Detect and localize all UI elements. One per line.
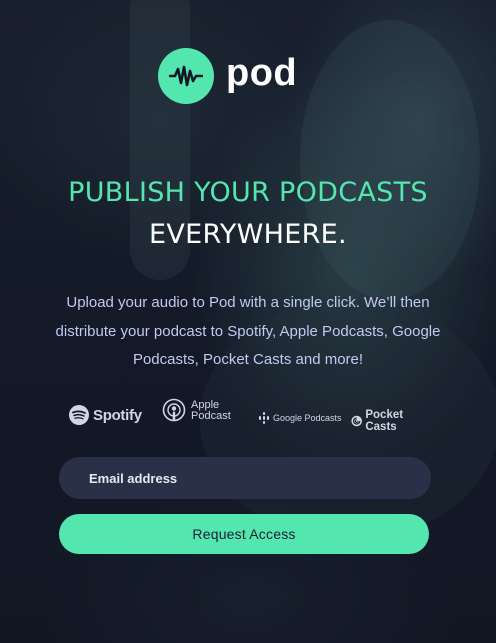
logo: pod xyxy=(158,48,297,104)
pocket-casts-icon xyxy=(351,415,362,427)
apple-podcast-logo: Apple Podcast xyxy=(162,398,231,424)
google-podcasts-label: Google Podcasts xyxy=(273,413,342,423)
request-access-button[interactable]: Request Access xyxy=(59,514,429,554)
google-podcasts-icon xyxy=(259,412,269,424)
spotify-label: Spotify xyxy=(93,406,142,424)
headline-line-1: PUBLISH YOUR PODCASTS xyxy=(68,177,428,208)
email-field[interactable] xyxy=(59,457,431,499)
sound-wave-icon xyxy=(158,48,214,104)
hero-headline: PUBLISH YOUR PODCASTS EVERYWHERE. xyxy=(0,172,496,256)
pocket-casts-logo: Pocket Casts xyxy=(351,409,424,433)
partner-logos: Spotify Apple Podcast Google Podcasts Po… xyxy=(68,398,424,433)
spotify-logo: Spotify xyxy=(68,404,142,426)
hero-description: Upload your audio to Pod with a single c… xyxy=(55,294,441,368)
pocket-casts-label: Pocket Casts xyxy=(365,409,404,433)
apple-podcast-icon xyxy=(162,398,186,422)
logo-text: pod xyxy=(226,52,298,94)
apple-label-line-2: Podcast xyxy=(191,410,231,422)
google-podcasts-logo: Google Podcasts xyxy=(258,412,342,424)
spotify-icon xyxy=(69,405,89,425)
headline-line-2: EVERYWHERE. xyxy=(149,219,347,250)
